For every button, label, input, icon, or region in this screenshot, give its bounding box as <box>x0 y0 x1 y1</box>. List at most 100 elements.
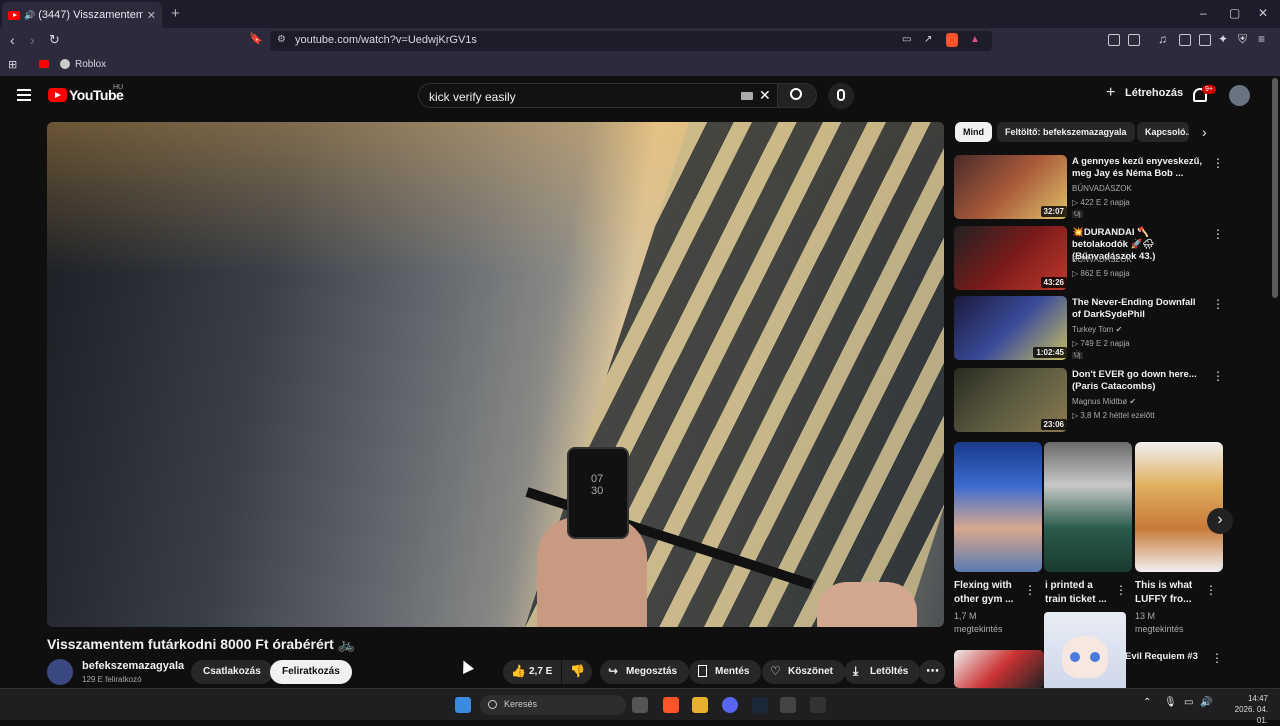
account-avatar[interactable] <box>1229 85 1250 106</box>
more-options-icon[interactable]: ⋮ <box>1024 583 1036 597</box>
more-options-icon[interactable]: ⋮ <box>1212 369 1224 383</box>
recommendation-title[interactable]: Don't EVER go down here... (Paris Cataco… <box>1072 369 1207 393</box>
short-title[interactable]: This is what LUFFY fro... <box>1135 579 1205 607</box>
more-options-icon[interactable]: ⋮ <box>1205 583 1217 597</box>
task-view-icon[interactable] <box>632 697 648 713</box>
minimize-button[interactable]: – <box>1200 6 1207 20</box>
network-icon[interactable]: ▭ <box>1184 697 1193 708</box>
leo-ai-icon[interactable]: ✦ <box>1218 32 1228 46</box>
channel-avatar[interactable] <box>47 659 73 685</box>
recommendation-item[interactable]: 23:06 Don't EVER go down here... (Paris … <box>954 368 1224 434</box>
bookmarks-bar: ⊞ Roblox <box>0 54 1280 76</box>
back-icon[interactable]: ‹ <box>10 32 15 48</box>
app-icon[interactable] <box>780 697 796 713</box>
more-options-icon[interactable]: ⋮ <box>1212 227 1224 241</box>
short-thumbnail[interactable] <box>1135 442 1223 572</box>
short-thumbnail[interactable] <box>1044 442 1132 572</box>
extensions-icon[interactable] <box>1108 34 1120 46</box>
recommendation-channel[interactable]: BŰNVADÁSZOK <box>1072 184 1132 193</box>
download-button[interactable]: ⤓ Letöltés <box>844 660 921 684</box>
video-player[interactable]: 07 30 <box>47 122 944 627</box>
windows-start-icon[interactable] <box>455 697 471 713</box>
phone-clock: 07 30 <box>591 473 604 497</box>
screenshot-icon[interactable] <box>1128 34 1140 46</box>
join-button[interactable]: Csatlakozás <box>191 660 273 684</box>
recommendation-item[interactable]: 43:26 💥DURANDAI 🪓 betolakodók 🚀🌧 (Bűnvad… <box>954 226 1224 292</box>
youtube-bookmark-icon[interactable] <box>39 60 49 68</box>
browser-tab-active[interactable]: 🔊 (3447) Visszamentem futárk... ✕ <box>2 2 162 28</box>
cast-icon[interactable]: ▭ <box>902 34 911 45</box>
keyboard-icon[interactable] <box>741 92 753 100</box>
share-button[interactable]: ↪ Megosztás <box>600 660 690 684</box>
recommendation-channel[interactable]: BŰNVADÁSZOK <box>1072 255 1132 264</box>
reload-icon[interactable]: ↻ <box>49 32 60 48</box>
like-button[interactable]: 👍 2,7 E <box>503 660 561 684</box>
bookmark-icon[interactable]: 🔖 <box>249 32 263 45</box>
share-page-icon[interactable]: ↗ <box>924 34 932 45</box>
recommendation-channel[interactable]: Turkey Tom ✔ <box>1072 325 1122 334</box>
short-title[interactable]: Flexing with other gym ... <box>954 579 1024 607</box>
chip-all[interactable]: Mind <box>955 122 992 142</box>
tray-chevron-icon[interactable]: ⌃ <box>1143 697 1151 708</box>
chips-next-icon[interactable]: › <box>1202 124 1207 140</box>
short-title[interactable]: i printed a train ticket ... <box>1045 579 1115 607</box>
recommendation-channel[interactable]: Magnus Midtbø ✔ <box>1072 397 1136 406</box>
more-options-icon[interactable]: ⋮ <box>1212 156 1224 170</box>
apps-grid-icon[interactable]: ⊞ <box>8 58 17 71</box>
voice-search-button[interactable] <box>828 83 854 109</box>
system-clock[interactable]: 14:47 2026. 04. 01. <box>1222 693 1268 726</box>
more-actions-button[interactable]: ⋯ <box>919 660 945 684</box>
shorts-next-icon[interactable]: › <box>1207 508 1233 534</box>
chip-related[interactable]: Kapcsoló... <box>1137 122 1189 142</box>
create-button[interactable]: Létrehozás <box>1125 87 1183 99</box>
search-button[interactable] <box>777 83 817 108</box>
vpn-shield-icon[interactable]: ⛨ <box>1238 32 1247 47</box>
file-explorer-icon[interactable] <box>692 697 708 713</box>
close-window-button[interactable]: ✕ <box>1258 6 1268 20</box>
dislike-button[interactable]: 👎 <box>562 660 592 684</box>
chip-uploader[interactable]: Feltöltő: befekszemazagyala <box>997 122 1135 142</box>
hamburger-menu-icon[interactable] <box>17 89 31 101</box>
forward-icon[interactable]: › <box>30 32 35 48</box>
short-views: 13 M <box>1135 611 1156 621</box>
menu-icon[interactable]: ≡ <box>1258 32 1265 46</box>
recommendation-title[interactable]: The Never-Ending Downfall of DarkSydePhi… <box>1072 297 1207 321</box>
more-options-icon[interactable]: ⋮ <box>1212 297 1224 311</box>
thanks-button[interactable]: ♡ Köszönet <box>762 660 845 684</box>
new-tab-button[interactable]: + <box>171 5 180 22</box>
recommendation-item[interactable]: 1:02:45 The Never-Ending Downfall of Dar… <box>954 296 1224 362</box>
site-settings-icon[interactable]: ⚙ <box>277 34 286 45</box>
obs-icon[interactable] <box>810 697 826 713</box>
close-tab-icon[interactable]: ✕ <box>147 9 156 22</box>
save-button[interactable]: Mentés <box>689 660 762 684</box>
channel-name[interactable]: befekszemazagyala <box>82 660 184 672</box>
short-thumbnail[interactable] <box>954 442 1042 572</box>
microphone-tray-icon[interactable]: 🎙 <box>1164 697 1177 708</box>
bookmark-roblox[interactable]: Roblox <box>75 59 106 70</box>
brave-browser-icon[interactable] <box>663 697 679 713</box>
discord-icon[interactable] <box>722 697 738 713</box>
music-icon[interactable]: ♫ <box>1158 32 1167 46</box>
steam-icon[interactable] <box>752 697 768 713</box>
recommendation-title[interactable]: A gennyes kezű enyveskezű, meg Jay és Né… <box>1072 156 1207 180</box>
sidebar-icon[interactable] <box>1179 34 1191 46</box>
subscribe-button[interactable]: Feliratkozás <box>270 660 352 684</box>
brave-shields-icon[interactable] <box>946 33 958 47</box>
search-input[interactable]: kick verify easily ✕ <box>418 83 778 108</box>
page-scrollbar[interactable] <box>1272 78 1278 298</box>
volume-icon[interactable]: 🔊 <box>1200 697 1212 708</box>
wallet-icon[interactable] <box>1199 34 1211 46</box>
address-bar[interactable]: ⚙ youtube.com/watch?v=UedwjKrGV1s ▭ ↗ ▲ <box>270 31 992 51</box>
more-options-icon[interactable]: ⋮ <box>1115 583 1127 597</box>
more-options-icon[interactable]: ⋮ <box>1211 651 1223 665</box>
brave-rewards-icon[interactable]: ▲ <box>970 34 980 45</box>
clear-search-icon[interactable]: ✕ <box>759 87 771 104</box>
recommendation-item[interactable]: 32:07 A gennyes kezű enyveskezű, meg Jay… <box>954 155 1224 221</box>
share-label: Megosztás <box>626 666 678 677</box>
taskbar-search[interactable]: Keresés <box>480 695 626 715</box>
recommendation-title[interactable]: Evil Requiem #3 <box>1125 650 1198 664</box>
search-input-value: kick verify easily <box>429 90 516 104</box>
video-thumbnail[interactable] <box>954 650 1044 688</box>
maximize-button[interactable]: ▢ <box>1229 6 1240 20</box>
youtube-logo-icon[interactable] <box>48 88 67 102</box>
